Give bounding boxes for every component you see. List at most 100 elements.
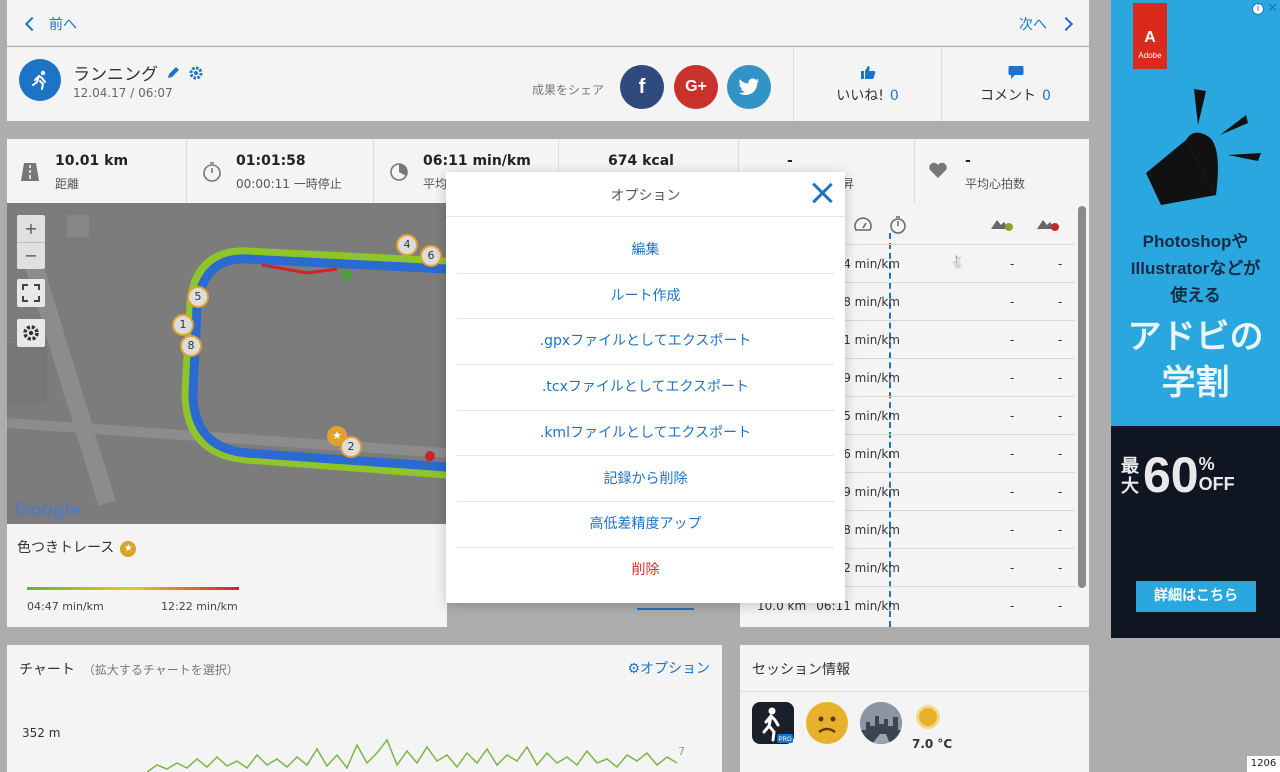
advertisement-banner[interactable]: A Adobe i ✕ Photoshopや Illustratorなどが 使える… bbox=[1111, 0, 1280, 638]
ad-close-button[interactable]: ✕ bbox=[1267, 1, 1278, 16]
stat-value: 674 kcal bbox=[608, 153, 674, 169]
close-icon[interactable] bbox=[811, 182, 833, 204]
map-settings-button[interactable] bbox=[17, 319, 45, 347]
rabbit-icon: 🐇 bbox=[950, 255, 965, 269]
chart-y-label: 352 m bbox=[22, 726, 61, 740]
descent-icon bbox=[1037, 220, 1059, 231]
stat-label: 距離 bbox=[55, 177, 80, 191]
menu-item-remove-from-records[interactable]: 記録から削除 bbox=[457, 457, 834, 503]
like-section[interactable]: いいね! 0 bbox=[793, 47, 941, 121]
activity-title-text: ランニング bbox=[73, 65, 158, 85]
stat-value: 01:01:58 bbox=[236, 153, 306, 169]
app-icon: PRO bbox=[752, 702, 794, 744]
thumbs-up-icon bbox=[860, 66, 875, 79]
pace-gauge-icon bbox=[854, 217, 872, 231]
pace-high-label: 12:22 min/km bbox=[161, 600, 238, 613]
lap-marker[interactable]: 5 bbox=[187, 286, 209, 308]
zoom-out-button[interactable]: − bbox=[17, 242, 45, 268]
comment-section[interactable]: コメント 0 bbox=[941, 47, 1089, 121]
pace-low-label: 04:47 min/km bbox=[27, 600, 104, 613]
stat-duration: 01:01:58 00:00:11 一時停止 bbox=[187, 139, 374, 203]
chart-end-value: 7 bbox=[678, 745, 685, 758]
stat-label: 00:00:11 一時停止 bbox=[236, 177, 342, 191]
menu-item-elevation-correction[interactable]: 高低差精度アップ bbox=[457, 502, 834, 548]
sad-face-icon bbox=[806, 702, 848, 744]
fullscreen-icon bbox=[22, 284, 40, 302]
gear-icon[interactable] bbox=[188, 65, 204, 81]
menu-item-create-route[interactable]: ルート作成 bbox=[457, 274, 834, 320]
session-info-title: セッション情報 bbox=[752, 662, 850, 678]
edit-pencil-icon[interactable] bbox=[166, 66, 180, 80]
stat-value: - bbox=[787, 153, 793, 169]
chart-title: チャート bbox=[19, 662, 75, 678]
premium-star-icon: ★ bbox=[120, 541, 137, 557]
modal-title: オプション bbox=[610, 188, 681, 204]
sun-icon bbox=[916, 705, 940, 729]
ad-headline: Photoshopや Illustratorなどが 使える bbox=[1130, 232, 1261, 305]
comment-label: コメント bbox=[980, 88, 1037, 104]
pace-clock-icon bbox=[390, 163, 408, 181]
top-navigation: 前へ 次へ bbox=[7, 0, 1089, 46]
running-icon bbox=[19, 59, 61, 101]
adobe-logo: A Adobe bbox=[1133, 3, 1167, 69]
lap-marker[interactable]: 8 bbox=[180, 335, 202, 357]
ad-discount-section: 最大60% OFF 詳細はこちら bbox=[1111, 426, 1280, 638]
like-label: いいね! bbox=[836, 88, 884, 104]
twitter-share-button[interactable] bbox=[727, 65, 771, 109]
gear-icon: ⚙ bbox=[627, 661, 640, 677]
lap-marker[interactable]: 1 bbox=[172, 314, 194, 336]
menu-item-export-kml[interactable]: .kmlファイルとしてエクスポート bbox=[457, 411, 834, 457]
stat-heart-rate: - 平均心拍数 bbox=[915, 139, 1089, 203]
chart-panel: チャート （拡大するチャートを選択） ⚙オプション 352 m 7 bbox=[7, 645, 722, 772]
lap-marker[interactable]: 4 bbox=[396, 234, 418, 256]
divider bbox=[740, 691, 1089, 692]
color-trace-title: 色つきトレース bbox=[17, 540, 115, 556]
pace-gradient-bar bbox=[27, 587, 239, 590]
google-logo: Google bbox=[15, 500, 81, 521]
prev-label: 前へ bbox=[49, 17, 77, 33]
activity-header: ランニング 12.04.17 / 06:07 成果をシェア f G+ いいね! 0… bbox=[7, 47, 1089, 121]
session-info-panel: セッション情報 PRO 7.0 °C bbox=[740, 645, 1089, 772]
stat-label: 平均 bbox=[423, 177, 448, 191]
modal-header: オプション bbox=[446, 172, 845, 217]
tab-underline bbox=[637, 608, 694, 610]
stat-distance: 10.01 km 距離 bbox=[7, 139, 187, 203]
map-canvas bbox=[7, 203, 447, 524]
ad-info-icon[interactable]: i bbox=[1252, 3, 1264, 15]
heart-icon bbox=[929, 162, 947, 178]
stat-value: 06:11 min/km bbox=[423, 153, 531, 169]
zoom-in-button[interactable]: + bbox=[24, 216, 37, 242]
chevron-left-icon bbox=[24, 16, 40, 32]
stat-value: 10.01 km bbox=[55, 153, 129, 169]
google-plus-share-button[interactable]: G+ bbox=[674, 65, 718, 109]
comment-bubble-icon bbox=[1008, 66, 1023, 79]
stopwatch-icon bbox=[203, 162, 221, 182]
pro-badge: PRO bbox=[778, 737, 791, 743]
twitter-bird-icon bbox=[739, 78, 759, 95]
menu-item-export-tcx[interactable]: .tcxファイルとしてエクスポート bbox=[457, 365, 834, 411]
city-surface-icon bbox=[860, 702, 902, 744]
facebook-share-button[interactable]: f bbox=[620, 65, 664, 109]
menu-item-delete[interactable]: 削除 bbox=[457, 548, 834, 594]
stopwatch-icon bbox=[890, 216, 906, 234]
lap-marker[interactable]: 6 bbox=[420, 245, 442, 267]
road-icon bbox=[21, 163, 39, 181]
ad-big-text: アドビの 学割 bbox=[1127, 317, 1264, 403]
menu-item-edit[interactable]: 編集 bbox=[457, 228, 834, 274]
stat-label: 平均心拍数 bbox=[965, 177, 1026, 191]
prev-link[interactable]: 前へ bbox=[24, 14, 77, 34]
ad-discount: 最大60% OFF bbox=[1121, 447, 1235, 503]
chart-options-label: オプション bbox=[640, 661, 710, 677]
lap-marker[interactable]: 2 bbox=[340, 436, 362, 458]
laps-scrollbar[interactable] bbox=[1078, 206, 1086, 588]
ascent-icon bbox=[991, 220, 1013, 231]
zoom-controls: + − bbox=[17, 215, 45, 269]
route-map[interactable]: + − 4 6 5 1 8 ★ 2 Google bbox=[7, 203, 447, 524]
next-link[interactable]: 次へ bbox=[1019, 14, 1074, 34]
ad-cta-button[interactable]: 詳細はこちら bbox=[1136, 581, 1256, 612]
gear-icon bbox=[23, 325, 39, 341]
like-count: 0 bbox=[889, 88, 899, 104]
chart-options-button[interactable]: ⚙オプション bbox=[627, 658, 710, 678]
menu-item-export-gpx[interactable]: .gpxファイルとしてエクスポート bbox=[457, 319, 834, 366]
fullscreen-button[interactable] bbox=[17, 279, 45, 307]
